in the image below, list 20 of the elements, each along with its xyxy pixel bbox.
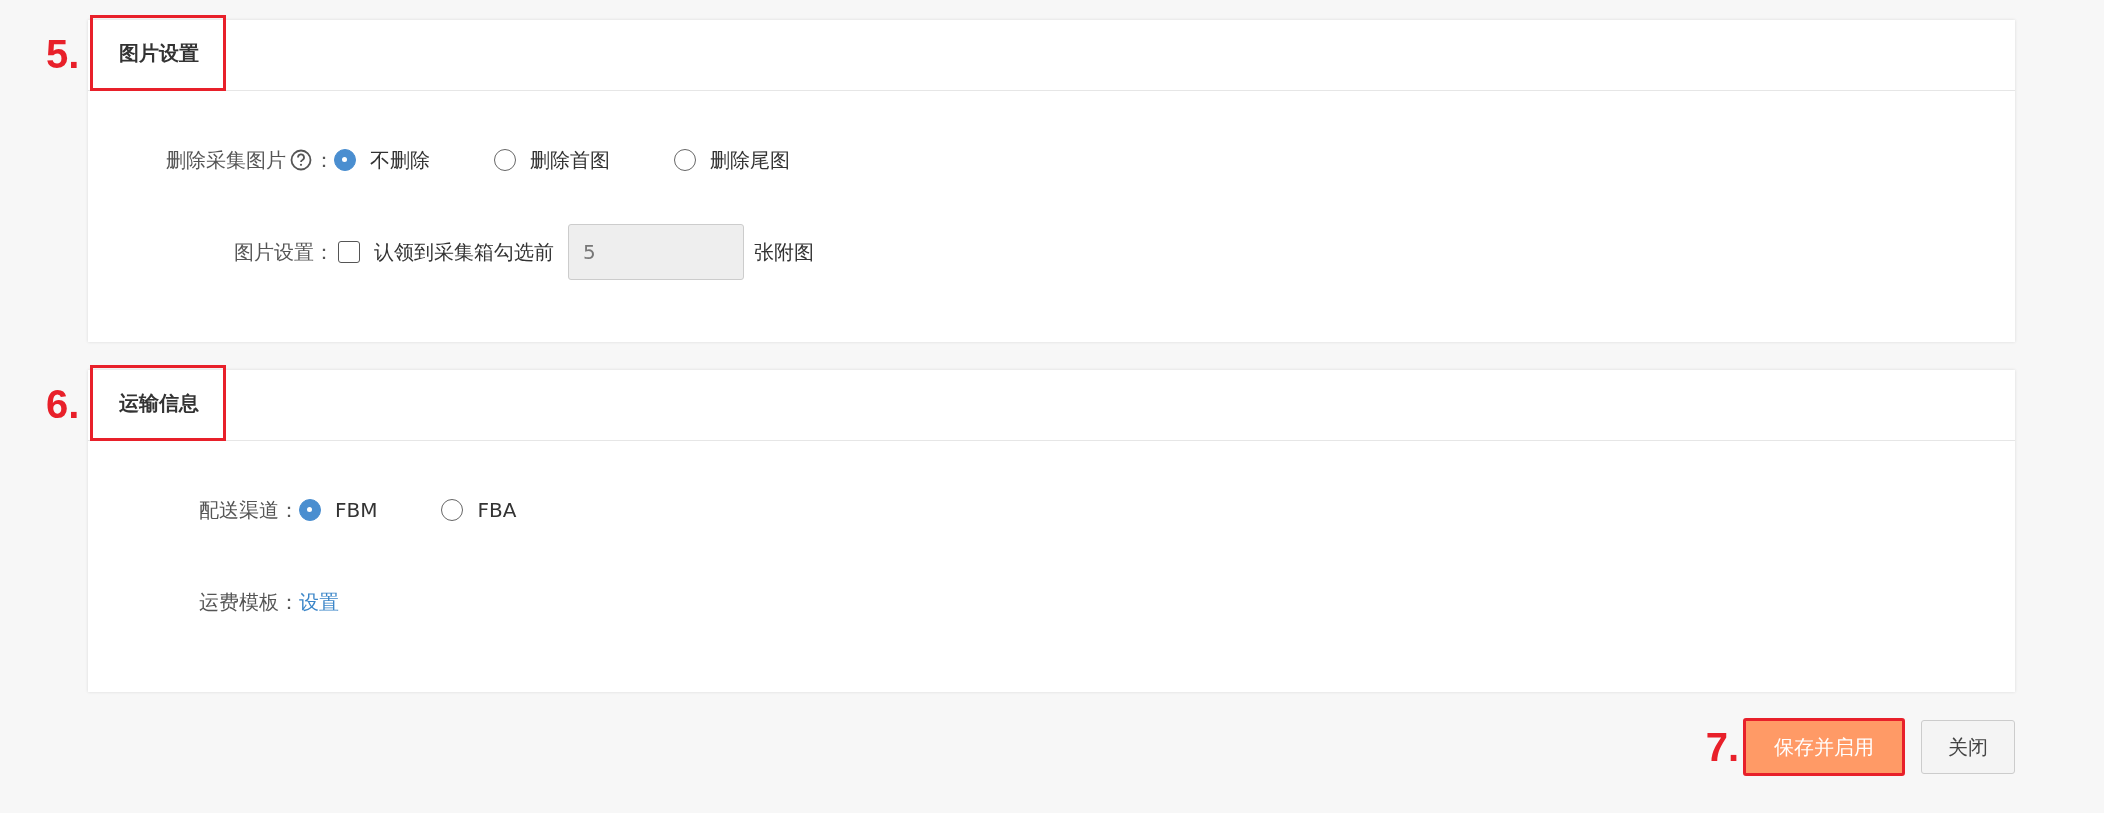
field-label: 运费模板： bbox=[199, 588, 299, 616]
checkbox-label: 认领到采集箱勾选前 bbox=[374, 238, 554, 266]
radio-option[interactable]: 不删除 bbox=[334, 146, 430, 174]
field-label: 配送渠道： bbox=[199, 496, 299, 524]
panel-title: 图片设置 bbox=[90, 15, 226, 91]
help-icon[interactable] bbox=[290, 149, 312, 171]
radio-option[interactable]: 删除尾图 bbox=[674, 146, 790, 174]
radio-option[interactable]: FBM bbox=[299, 498, 378, 522]
radio-option[interactable]: 删除首图 bbox=[494, 146, 610, 174]
step-number: 5. bbox=[46, 34, 80, 74]
step-number: 6. bbox=[46, 384, 80, 424]
field-suffix: 张附图 bbox=[754, 238, 814, 266]
label-colon: ： bbox=[314, 146, 334, 174]
field-label: 删除采集图片 bbox=[166, 146, 286, 174]
settings-link[interactable]: 设置 bbox=[299, 588, 339, 616]
close-button[interactable]: 关闭 bbox=[1921, 720, 2015, 774]
radio-option[interactable]: FBA bbox=[441, 498, 517, 522]
field-label: 图片设置： bbox=[234, 238, 334, 266]
step-number: 7. bbox=[1705, 727, 1739, 767]
panel-title: 运输信息 bbox=[90, 365, 226, 441]
